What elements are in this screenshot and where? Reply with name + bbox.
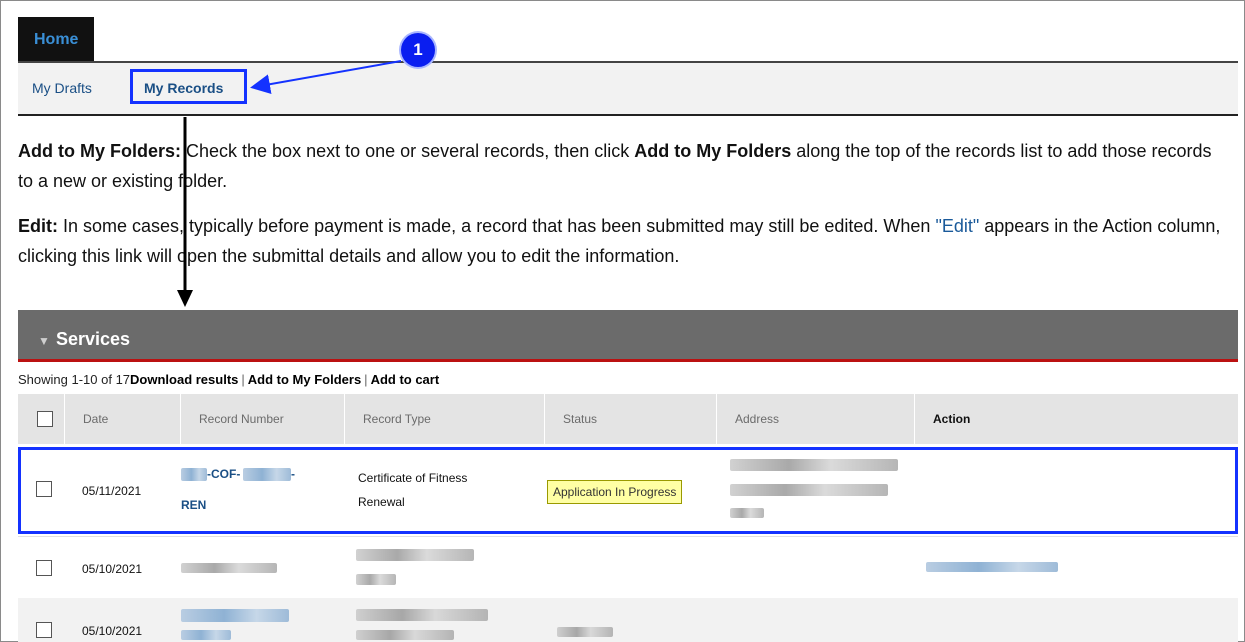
flow-arrow-head bbox=[177, 290, 193, 307]
annotation-overlay bbox=[177, 60, 402, 307]
callout-arrow bbox=[250, 60, 402, 95]
callout-badge: 1 bbox=[401, 33, 435, 67]
